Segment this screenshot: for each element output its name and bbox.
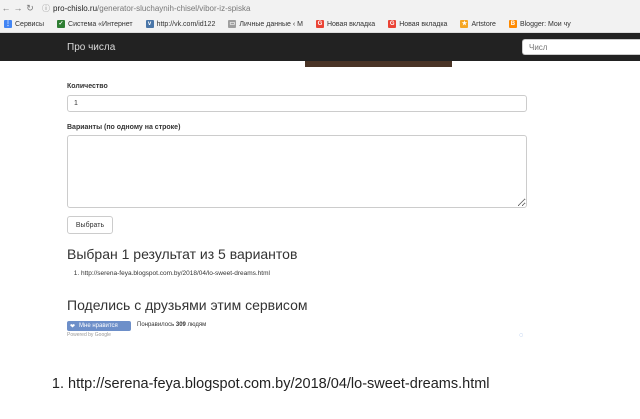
bookmarks-bar: ⋮ Сервисы ✓ Система «Интернет v http://vk.com… bbox=[0, 16, 640, 33]
bookmark-item[interactable]: ✓ Система «Интернет bbox=[53, 20, 133, 28]
caption-item: http://serena-feya.blogspot.com.by/2018/… bbox=[68, 376, 490, 392]
reload-icon[interactable]: ↻ bbox=[24, 3, 36, 14]
bookmark-item[interactable]: B Blogger: Мои чу bbox=[505, 20, 571, 28]
like-count-text: Понравилось 309 людям bbox=[137, 322, 207, 328]
bookmark-label: Сервисы bbox=[15, 20, 45, 28]
bookmark-item[interactable]: ⋮ Сервисы bbox=[0, 20, 44, 28]
bookmark-icon: ✓ bbox=[57, 20, 66, 28]
variants-textarea[interactable] bbox=[67, 135, 527, 208]
google-icon: G bbox=[388, 20, 397, 28]
info-icon: ⓘ bbox=[42, 3, 50, 13]
powered-by-google: Powered by Google bbox=[67, 332, 111, 338]
bookmark-label: Личные данные ‹ М bbox=[239, 20, 303, 28]
google-mini-icon: ◌ bbox=[519, 332, 524, 339]
bookmark-item[interactable]: ▭ Личные данные ‹ М bbox=[224, 20, 303, 28]
heart-icon: ❤ bbox=[70, 323, 76, 330]
bookmark-item[interactable]: G Новая вкладка bbox=[312, 20, 375, 28]
url-host: pro-chislo.ru bbox=[53, 3, 98, 13]
bookmark-label: Blogger: Мои чу bbox=[519, 20, 571, 28]
url-path: /generator-sluchaynih-chisel/vibor-iz-sp… bbox=[97, 3, 251, 13]
bookmark-label: http://vk.com/id122 bbox=[156, 20, 216, 28]
forward-arrow-icon[interactable]: → bbox=[12, 3, 24, 13]
header-banner-image bbox=[305, 61, 452, 67]
bookmark-label: Artstore bbox=[471, 20, 496, 28]
bookmark-label: Новая вкладка bbox=[399, 20, 448, 28]
site-header: Про числа bbox=[0, 33, 640, 61]
doc-icon: ▭ bbox=[228, 20, 237, 28]
variants-label: Варианты (по одному на строке) bbox=[67, 124, 181, 131]
blogger-icon: B bbox=[508, 20, 517, 28]
bookmark-item[interactable]: ★ Artstore bbox=[456, 20, 496, 28]
google-icon: G bbox=[315, 20, 324, 28]
like-button-label: Мне нравится bbox=[79, 323, 118, 329]
bookmark-item[interactable]: v http://vk.com/id122 bbox=[142, 20, 216, 28]
result-heading: Выбран 1 результат из 5 вариантов bbox=[67, 246, 298, 262]
site-brand[interactable]: Про числа bbox=[67, 42, 115, 53]
bookmark-item[interactable]: G Новая вкладка bbox=[384, 20, 447, 28]
bookmark-label: Новая вкладка bbox=[326, 20, 376, 28]
result-list: http://serena-feya.blogspot.com.by/2018/… bbox=[67, 270, 270, 277]
quantity-input[interactable] bbox=[67, 95, 527, 112]
header-search-input[interactable] bbox=[522, 39, 640, 55]
star-icon: ★ bbox=[460, 20, 469, 28]
browser-address-bar: ← → ↻ ⓘ pro-chislo.ru /generator-sluchay… bbox=[0, 0, 640, 16]
share-heading: Поделись с друзьями этим сервисом bbox=[67, 297, 308, 313]
bookmark-label: Система «Интернет bbox=[68, 20, 133, 28]
choose-button[interactable]: Выбрать bbox=[67, 216, 113, 234]
caption-list: http://serena-feya.blogspot.com.by/2018/… bbox=[48, 376, 490, 392]
like-count: 309 bbox=[175, 322, 186, 328]
back-arrow-icon[interactable]: ← bbox=[0, 3, 12, 13]
vk-icon: v bbox=[145, 20, 154, 28]
like-button[interactable]: ❤ Мне нравится bbox=[67, 321, 131, 331]
result-item: http://serena-feya.blogspot.com.by/2018/… bbox=[81, 270, 270, 277]
apps-icon: ⋮ bbox=[4, 20, 12, 28]
quantity-label: Количество bbox=[67, 83, 108, 90]
url-field[interactable]: ⓘ pro-chislo.ru /generator-sluchaynih-ch… bbox=[42, 3, 250, 14]
